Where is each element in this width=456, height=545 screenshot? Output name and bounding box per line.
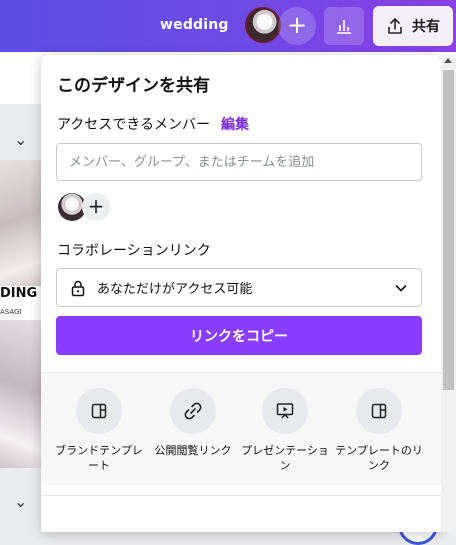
top-bar: wedding + 共有 [0, 0, 456, 52]
share-option-brand-template[interactable]: ブランドテンプレート [53, 388, 145, 473]
presentation-icon [276, 403, 294, 419]
member-search-input[interactable] [56, 143, 422, 181]
edit-access-link[interactable]: 編集 [221, 114, 249, 134]
chevron-down-icon[interactable]: ⌄ [14, 130, 27, 149]
bar-chart-icon [337, 20, 351, 34]
share-panel: このデザインを共有 アクセスできるメンバー 編集 + コラボレーションリンク あ… [41, 55, 441, 532]
share-option-presentation[interactable]: プレゼンテーション [239, 388, 331, 473]
share-options: ブランドテンプレート 公開閲覧リンク プレゼンテーション テンプレートのリンク [41, 373, 441, 485]
chevron-down-icon [395, 284, 407, 291]
upload-icon [388, 18, 402, 34]
user-avatar[interactable] [245, 7, 281, 43]
share-option-label: プレゼンテーション [241, 444, 329, 472]
share-option-label: 公開閲覧リンク [154, 444, 232, 457]
copy-link-button[interactable]: リンクをコピー [56, 316, 422, 355]
share-button[interactable]: 共有 [373, 6, 453, 46]
design-title[interactable]: wedding [160, 17, 229, 33]
insights-button[interactable] [324, 7, 364, 45]
share-option-template-link[interactable]: テンプレートのリンク [333, 388, 425, 473]
access-level-value: あなただけがアクセス可能 [97, 282, 253, 297]
page-thumbnail[interactable] [0, 320, 42, 468]
share-button-label: 共有 [412, 19, 440, 35]
collaboration-link-label: コラボレーションリンク [57, 243, 211, 259]
lock-icon [71, 280, 85, 296]
share-option-label: テンプレートのリンク [335, 444, 423, 472]
access-level-select[interactable]: あなただけがアクセス可能 [56, 268, 422, 307]
access-members-label: アクセスできるメンバー [57, 117, 211, 133]
add-member-button[interactable]: + [82, 193, 110, 221]
chevron-down-icon[interactable]: ⌄ [14, 492, 27, 511]
share-option-label: ブランドテンプレート [55, 444, 143, 472]
add-collaborator-button[interactable]: + [278, 7, 316, 45]
panel-title: このデザインを共有 [57, 76, 210, 96]
template-layout-icon [91, 403, 107, 419]
share-option-public-link[interactable]: 公開閲覧リンク [147, 388, 239, 458]
template-layout-icon [371, 403, 387, 419]
scrollbar-thumb[interactable] [443, 70, 454, 390]
scroll-up-arrow-icon[interactable] [444, 58, 452, 63]
divider [41, 495, 441, 496]
link-icon [184, 402, 202, 420]
thumbnail-subtext: ASAGI [0, 308, 22, 316]
